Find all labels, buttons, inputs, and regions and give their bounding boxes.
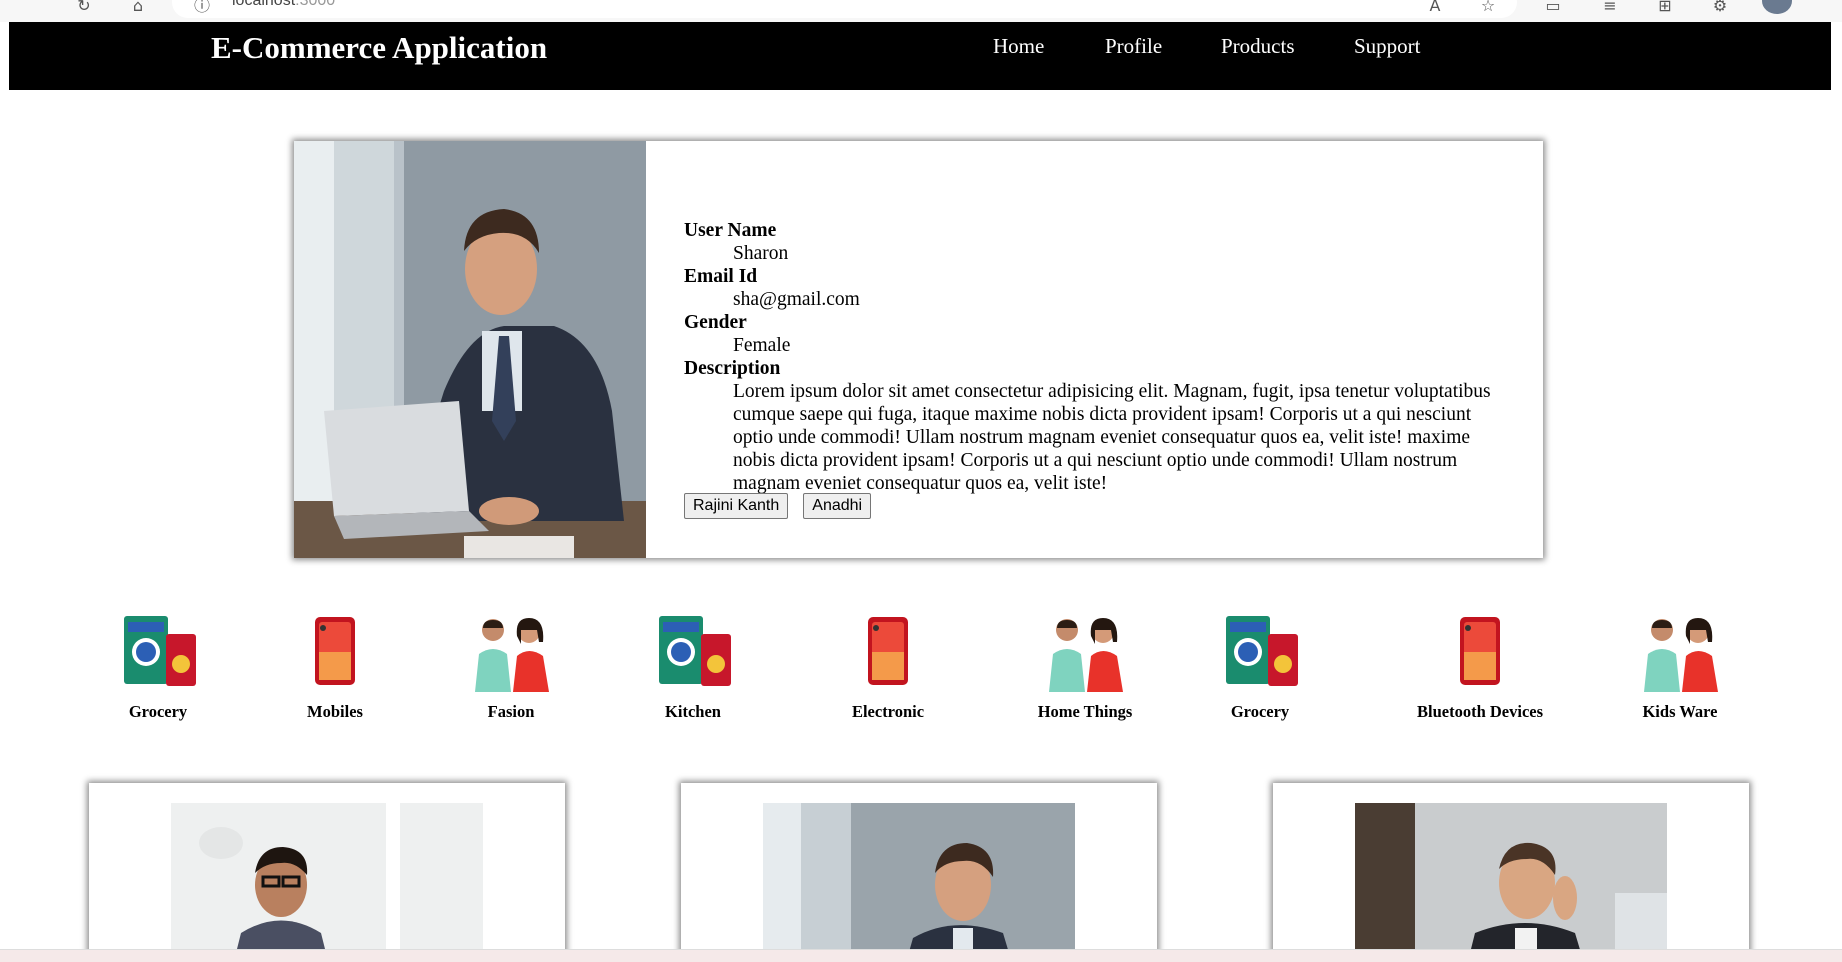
- category-label[interactable]: Bluetooth Devices: [1417, 702, 1543, 722]
- email-value: sha@gmail.com: [733, 288, 860, 310]
- username-label: User Name: [684, 219, 777, 241]
- extensions-icon[interactable]: ⚙: [1710, 0, 1730, 16]
- gender-value: Female: [733, 334, 791, 356]
- nav-support[interactable]: Support: [1354, 34, 1421, 59]
- category-kids-ware[interactable]: Kids Ware: [1630, 612, 1730, 721]
- profile-photo: [294, 141, 646, 558]
- grocery-products-icon: [653, 612, 733, 692]
- category-label[interactable]: Kids Ware: [1642, 702, 1717, 722]
- info-icon[interactable]: ⓘ: [192, 0, 212, 16]
- browser-chrome: ↻ ⌂ ⓘ localhost:3000 A ☆ ▭ ≡ ⊞ ⚙: [0, 0, 1842, 22]
- category-label[interactable]: Grocery: [1231, 702, 1289, 722]
- fashion-models-icon: [1039, 612, 1131, 692]
- address-text[interactable]: localhost:3000: [232, 0, 335, 10]
- mobile-phone-icon: [1450, 612, 1510, 692]
- category-mobiles[interactable]: Mobiles: [285, 612, 385, 721]
- home-icon[interactable]: ⌂: [128, 0, 148, 16]
- category-label[interactable]: Grocery: [129, 702, 187, 722]
- category-bluetooth-devices[interactable]: Bluetooth Devices: [1417, 612, 1543, 721]
- mobile-phone-icon: [858, 612, 918, 692]
- category-grocery-2[interactable]: Grocery: [1210, 612, 1310, 721]
- category-grocery-1[interactable]: Grocery: [108, 612, 208, 721]
- user-card-1[interactable]: [89, 783, 565, 961]
- grocery-products-icon: [118, 612, 198, 692]
- email-label: Email Id: [684, 265, 758, 287]
- profile-details: User Name Sharon Email Id sha@gmail.com …: [684, 219, 1504, 495]
- profile-card: User Name Sharon Email Id sha@gmail.com …: [294, 141, 1543, 558]
- nav-profile[interactable]: Profile: [1105, 34, 1162, 59]
- category-label[interactable]: Fasion: [488, 702, 535, 722]
- refresh-icon[interactable]: ↻: [74, 0, 94, 16]
- username-value: Sharon: [733, 242, 789, 264]
- description-value: Lorem ipsum dolor sit amet consectetur a…: [733, 380, 1491, 494]
- bottom-edge-strip: [0, 949, 1842, 962]
- anadhi-button[interactable]: Anadhi: [803, 493, 872, 519]
- description-label: Description: [684, 357, 781, 379]
- profile-avatar[interactable]: [1762, 0, 1792, 14]
- user-photo: [1355, 803, 1667, 961]
- grocery-products-icon: [1220, 612, 1300, 692]
- user-card-3[interactable]: [1273, 783, 1749, 961]
- category-label[interactable]: Mobiles: [307, 702, 363, 722]
- category-kitchen[interactable]: Kitchen: [643, 612, 743, 721]
- category-label[interactable]: Home Things: [1038, 702, 1133, 722]
- user-photo: [171, 803, 483, 961]
- category-label[interactable]: Kitchen: [665, 702, 721, 722]
- favorite-star-icon[interactable]: ☆: [1478, 0, 1498, 16]
- nav-products[interactable]: Products: [1221, 34, 1295, 59]
- navbar: E-Commerce Application Home Profile Prod…: [9, 22, 1831, 90]
- read-aloud-icon[interactable]: A: [1425, 0, 1445, 16]
- fashion-models-icon: [1634, 612, 1726, 692]
- address-bar[interactable]: [172, 0, 1517, 18]
- favorites-icon[interactable]: ≡: [1600, 0, 1620, 16]
- category-label[interactable]: Electronic: [852, 702, 924, 722]
- user-card-2[interactable]: [681, 783, 1157, 961]
- rajini-kanth-button[interactable]: Rajini Kanth: [684, 493, 789, 519]
- brand-title: E-Commerce Application: [211, 30, 548, 65]
- gender-label: Gender: [684, 311, 747, 333]
- category-fasion[interactable]: Fasion: [461, 612, 561, 721]
- user-photo: [763, 803, 1075, 961]
- category-home-things[interactable]: Home Things: [1035, 612, 1135, 721]
- mobile-phone-icon: [305, 612, 365, 692]
- profile-button-row: Rajini Kanth Anadhi: [684, 493, 882, 519]
- collections-icon[interactable]: ⊞: [1655, 0, 1675, 16]
- split-screen-icon[interactable]: ▭: [1543, 0, 1563, 16]
- nav-home[interactable]: Home: [993, 34, 1044, 59]
- category-electronic[interactable]: Electronic: [838, 612, 938, 721]
- fashion-models-icon: [465, 612, 557, 692]
